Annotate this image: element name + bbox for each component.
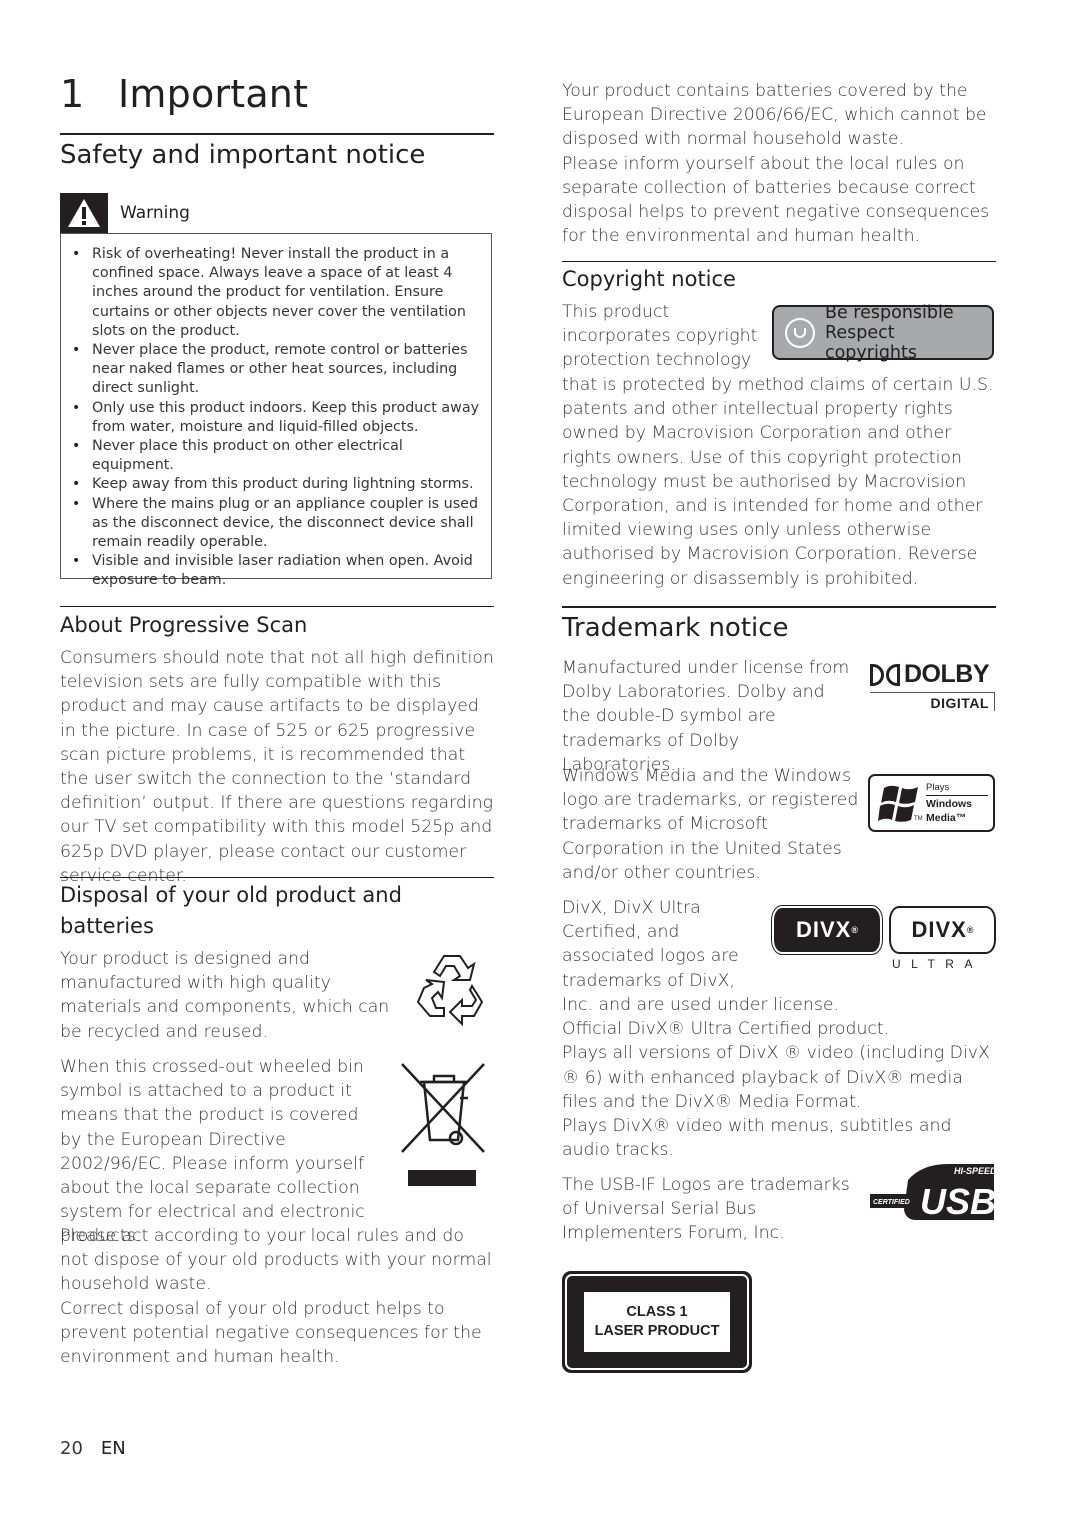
warning-box: Risk of overheating! Never install the p… (60, 233, 492, 588)
badge-line-1: Be responsible (824, 302, 954, 323)
laser-line-1: CLASS 1 (626, 1304, 688, 1320)
disposal-heading: Disposal of your old product and batteri… (60, 883, 402, 938)
divx-ultra-label: ULTRA (892, 957, 983, 971)
smile-icon (785, 317, 815, 348)
class1-laser-label: CLASS 1 LASER PRODUCT (562, 1271, 752, 1373)
weee-text: When this crossed-out wheeled bin symbol… (60, 1057, 365, 1247)
copyright-intro-line: protection technology (562, 350, 752, 371)
usb-logo-word: USB (920, 1181, 996, 1222)
usb-logo-left: CERTIFIED (873, 1199, 910, 1206)
dolby-logo-sub: DIGITAL (930, 695, 989, 711)
divx-official: Official DivX® Ultra Certified product. (562, 1019, 890, 1040)
copyright-intro-line: incorporates copyright (562, 326, 758, 347)
warning-item: Where the mains plug or an appliance cou… (72, 495, 481, 553)
chapter-title: 1 Important (60, 72, 308, 116)
usb-hi-speed-logo: HI-SPEED CERTIFIED USB (870, 1162, 997, 1224)
divx-logo: DIVX ® (772, 906, 882, 954)
windows-media-text: Windows Media and the Windows logo are t… (562, 766, 859, 883)
chapter-title-text: Important (118, 72, 309, 116)
page-number: 20 (60, 1438, 83, 1459)
divider (60, 606, 494, 607)
wm-tm: TM (914, 816, 923, 822)
divx-intro-line: Certified, and (562, 922, 680, 943)
warning-header: Warning (60, 193, 190, 233)
usb-text: The USB-IF Logos are trademarks of Unive… (562, 1175, 850, 1244)
divx-intro-line: DivX, DivX Ultra (562, 898, 701, 918)
dolby-digital-logo: DOLBY DIGITAL (870, 660, 995, 712)
warning-icon (60, 193, 108, 233)
warning-item: Never place the product, remote control … (72, 341, 481, 399)
divider (562, 261, 996, 262)
divider (60, 877, 494, 878)
recycle-text: Your product is designed and manufacture… (60, 949, 390, 1042)
double-d-icon (870, 663, 900, 686)
divider (60, 133, 494, 135)
divx-line-after: Inc. and are used under license. (562, 995, 839, 1015)
copyright-intro: This product incorporates copyright prot… (562, 300, 762, 373)
batteries-text-2: Please inform yourself about the local r… (562, 153, 990, 247)
divx-ultra-logo-word: DIVX (911, 917, 967, 942)
safety-heading: Safety and important notice (60, 140, 426, 170)
wm-plays: Plays (926, 782, 988, 796)
divx-text: Inc. and are used under license. Officia… (562, 993, 998, 1162)
divx-plays-menus: Plays DivX® video with menus, subtitles … (562, 1116, 952, 1161)
laser-line-2: LASER PRODUCT (594, 1323, 720, 1339)
divider (562, 606, 996, 608)
divx-plays-all: Plays all versions of DivX ® video (incl… (562, 1043, 990, 1112)
wm-name-1: Windows (926, 798, 972, 810)
copyright-intro-line: This product (562, 302, 670, 322)
divx-logo-word: DIVX (796, 917, 852, 942)
warning-label: Warning (120, 203, 190, 223)
page-footer: 20 EN (60, 1438, 126, 1459)
warning-item: Keep away from this product during light… (72, 475, 481, 494)
divx-intro-line: trademarks of DivX, (562, 970, 735, 991)
divx-intro: DivX, DivX Ultra Certified, and associat… (562, 896, 772, 993)
divx-intro-line: associated logos are (562, 946, 739, 967)
copyright-heading: Copyright notice (562, 267, 736, 291)
batteries-text: Your product contains batteries covered … (562, 79, 1002, 248)
dolby-text: Manufactured under license from Dolby La… (562, 658, 850, 775)
windows-media-logo: TM Plays Windows Media™ (868, 774, 995, 832)
warning-item: Only use this product indoors. Keep this… (72, 399, 481, 437)
recycle-icon (410, 950, 490, 1034)
disposal-act-text: Please act according to your local rules… (60, 1224, 496, 1369)
warning-item: Never place this product on other electr… (72, 437, 481, 475)
warning-item: Risk of overheating! Never install the p… (72, 245, 481, 341)
language-code: EN (100, 1438, 126, 1459)
divx-ultra-logo: DIVX ® (889, 906, 996, 954)
chapter-number: 1 (60, 72, 85, 116)
progressive-body: Consumers should note that not all high … (60, 648, 494, 886)
warning-list: Risk of overheating! Never install the p… (61, 234, 491, 591)
crossed-bin-icon (398, 1060, 488, 1190)
correct-disposal-text: Correct disposal of your old product hel… (60, 1298, 482, 1368)
wm-name-2: Media™ (926, 812, 967, 824)
be-responsible-badge: Be responsible Respect copyrights (772, 302, 994, 363)
batteries-text-1: Your product contains batteries covered … (562, 81, 987, 150)
usb-logo-top: HI-SPEED (954, 1166, 996, 1176)
badge-line-2: Respect copyrights (824, 322, 917, 363)
dolby-logo-word: DOLBY (904, 660, 990, 688)
copyright-body: that is protected by method claims of ce… (562, 375, 994, 589)
warning-item: Visible and invisible laser radiation wh… (72, 552, 481, 590)
act-text: Please act according to your local rules… (60, 1226, 492, 1295)
trademark-heading: Trademark notice (562, 613, 789, 643)
progressive-heading: About Progressive Scan (60, 613, 308, 637)
